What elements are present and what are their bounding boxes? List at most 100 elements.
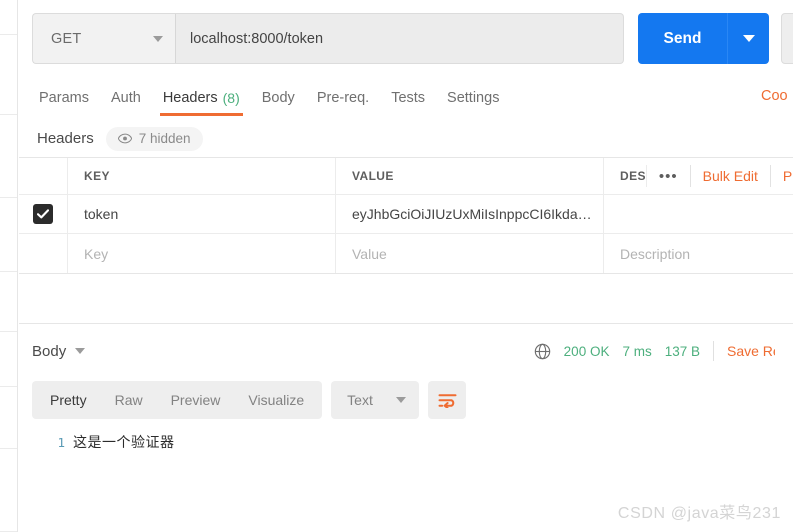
line-number: 1 [57,435,65,450]
row-key-placeholder: Key [84,245,109,262]
row-checkbox-cell [19,234,68,273]
header-cell-description: DES ••• Bulk Edit P [604,158,793,194]
table-row[interactable]: Key Value Description [19,234,793,273]
tab-tests[interactable]: Tests [380,80,436,116]
headers-title: Headers [37,130,94,147]
response-body-text: 这是一个验证器 [73,435,175,451]
response-body-label: Body [32,342,67,360]
response-size: 137 B [664,343,700,359]
collection-sidebar-sliver[interactable] [0,0,18,532]
watermark: CSDN @java菜鸟231 [617,505,781,522]
presets-button[interactable]: P [769,165,793,187]
row-checkbox-cell [19,195,68,233]
view-tab-raw[interactable]: Raw [101,385,157,415]
divider [713,341,714,361]
headers-count-badge: (8) [222,90,240,106]
tab-label: Tests [391,90,426,106]
row-value-text: eyJhbGciOiJIUzUxMiIsInppcCI6Ikda… [352,206,592,222]
send-options-button[interactable] [727,13,769,64]
response-time: 7 ms [622,343,652,359]
column-label-description: DES [620,169,646,183]
sidebar-list-item[interactable] [0,0,17,35]
send-button-group: Send [638,13,769,64]
url-bar: GET localhost:8000/token Send Sa [32,13,793,64]
row-key-value: token [84,206,119,222]
check-icon [37,209,49,219]
cookies-link[interactable]: Coo [761,88,793,104]
postman-window: GET localhost:8000/token Send Sa Params … [0,0,793,532]
response-view-controls: Pretty Raw Preview Visualize Text [19,380,793,420]
sidebar-list-item[interactable] [0,332,17,387]
code-line: 1 这是一个验证器 [19,424,793,454]
header-cell-value: VALUE [336,158,604,194]
header-cell-key: KEY [68,158,336,194]
http-method-label: GET [51,30,82,47]
sidebar-list-item[interactable] [0,449,17,532]
request-url-value: localhost:8000/token [190,30,324,47]
row-value-cell[interactable]: eyJhbGciOiJIUzUxMiIsInppcCI6Ikda… [336,195,604,233]
sidebar-list-item[interactable] [0,198,17,272]
bulk-edit-button[interactable]: Bulk Edit [689,165,770,187]
eye-icon [117,133,132,144]
response-format-label: Text [347,392,373,408]
row-checkbox[interactable] [33,204,53,224]
hidden-headers-count: 7 hidden [138,131,191,146]
table-empty-area [19,274,793,324]
text-wrap-toggle[interactable] [428,381,467,419]
more-actions-button[interactable]: ••• [645,165,690,187]
tab-pre-request[interactable]: Pre-req. [306,80,380,116]
response-meta: 200 OK 7 ms 137 B Save Re [534,341,775,361]
sidebar-list-item[interactable] [0,115,17,198]
tab-auth[interactable]: Auth [100,80,152,116]
http-method-dropdown[interactable]: GET [32,13,175,64]
tab-label: Params [39,90,89,106]
text-wrap-icon [438,393,457,408]
chevron-down-icon [153,35,163,42]
sidebar-list-item[interactable] [0,387,17,449]
tab-params[interactable]: Params [28,80,100,116]
hidden-headers-toggle[interactable]: 7 hidden [105,126,203,151]
tab-label: Headers [162,90,218,106]
row-key-cell[interactable]: token [68,195,336,233]
response-status: 200 OK [563,343,610,359]
request-url-input[interactable]: localhost:8000/token [175,13,624,64]
tab-label: Pre-req. [316,90,370,106]
sidebar-list-item[interactable] [0,272,17,332]
view-tab-visualize[interactable]: Visualize [234,385,318,415]
response-body-dropdown[interactable]: Body [32,342,86,360]
request-tab-bar: Params Auth Headers (8) Body Pre-req. Te… [19,80,793,118]
view-tab-pretty[interactable]: Pretty [36,385,101,415]
tab-label: Body [261,90,295,106]
response-header: Body 200 OK 7 ms 137 B Save Re [19,330,793,372]
tab-body[interactable]: Body [251,80,306,116]
tab-label: Settings [447,90,500,106]
request-response-pane: GET localhost:8000/token Send Sa Params … [19,0,793,532]
row-key-cell[interactable]: Key [68,234,336,273]
send-button[interactable]: Send [638,13,727,64]
header-cell-check [19,158,68,194]
table-actions: ••• Bulk Edit P [645,158,793,194]
headers-table: KEY VALUE DES ••• Bulk Edit P token eyJh… [19,157,793,274]
table-header-row: KEY VALUE DES ••• Bulk Edit P [19,158,793,195]
globe-icon [534,343,550,359]
chevron-down-icon [75,348,86,354]
chevron-down-icon [742,35,755,42]
row-description-cell[interactable] [604,195,793,233]
tab-headers[interactable]: Headers (8) [152,80,251,116]
column-label-value: VALUE [352,169,394,183]
save-response-button[interactable]: Save Re [727,343,775,359]
response-format-dropdown[interactable]: Text [331,381,420,419]
row-description-placeholder: Description [620,245,691,262]
response-view-tabs: Pretty Raw Preview Visualize [32,381,323,419]
row-value-placeholder: Value [352,245,387,262]
tab-settings[interactable]: Settings [436,80,510,116]
chevron-down-icon [396,397,407,403]
column-label-key: KEY [84,169,110,183]
table-row[interactable]: token eyJhbGciOiJIUzUxMiIsInppcCI6Ikda… [19,195,793,234]
row-value-cell[interactable]: Value [336,234,604,273]
tab-label: Auth [110,90,141,106]
row-description-cell[interactable]: Description [604,234,793,273]
view-tab-preview[interactable]: Preview [157,385,235,415]
save-request-button[interactable]: Sa [781,13,793,64]
sidebar-list-item[interactable] [0,35,17,115]
